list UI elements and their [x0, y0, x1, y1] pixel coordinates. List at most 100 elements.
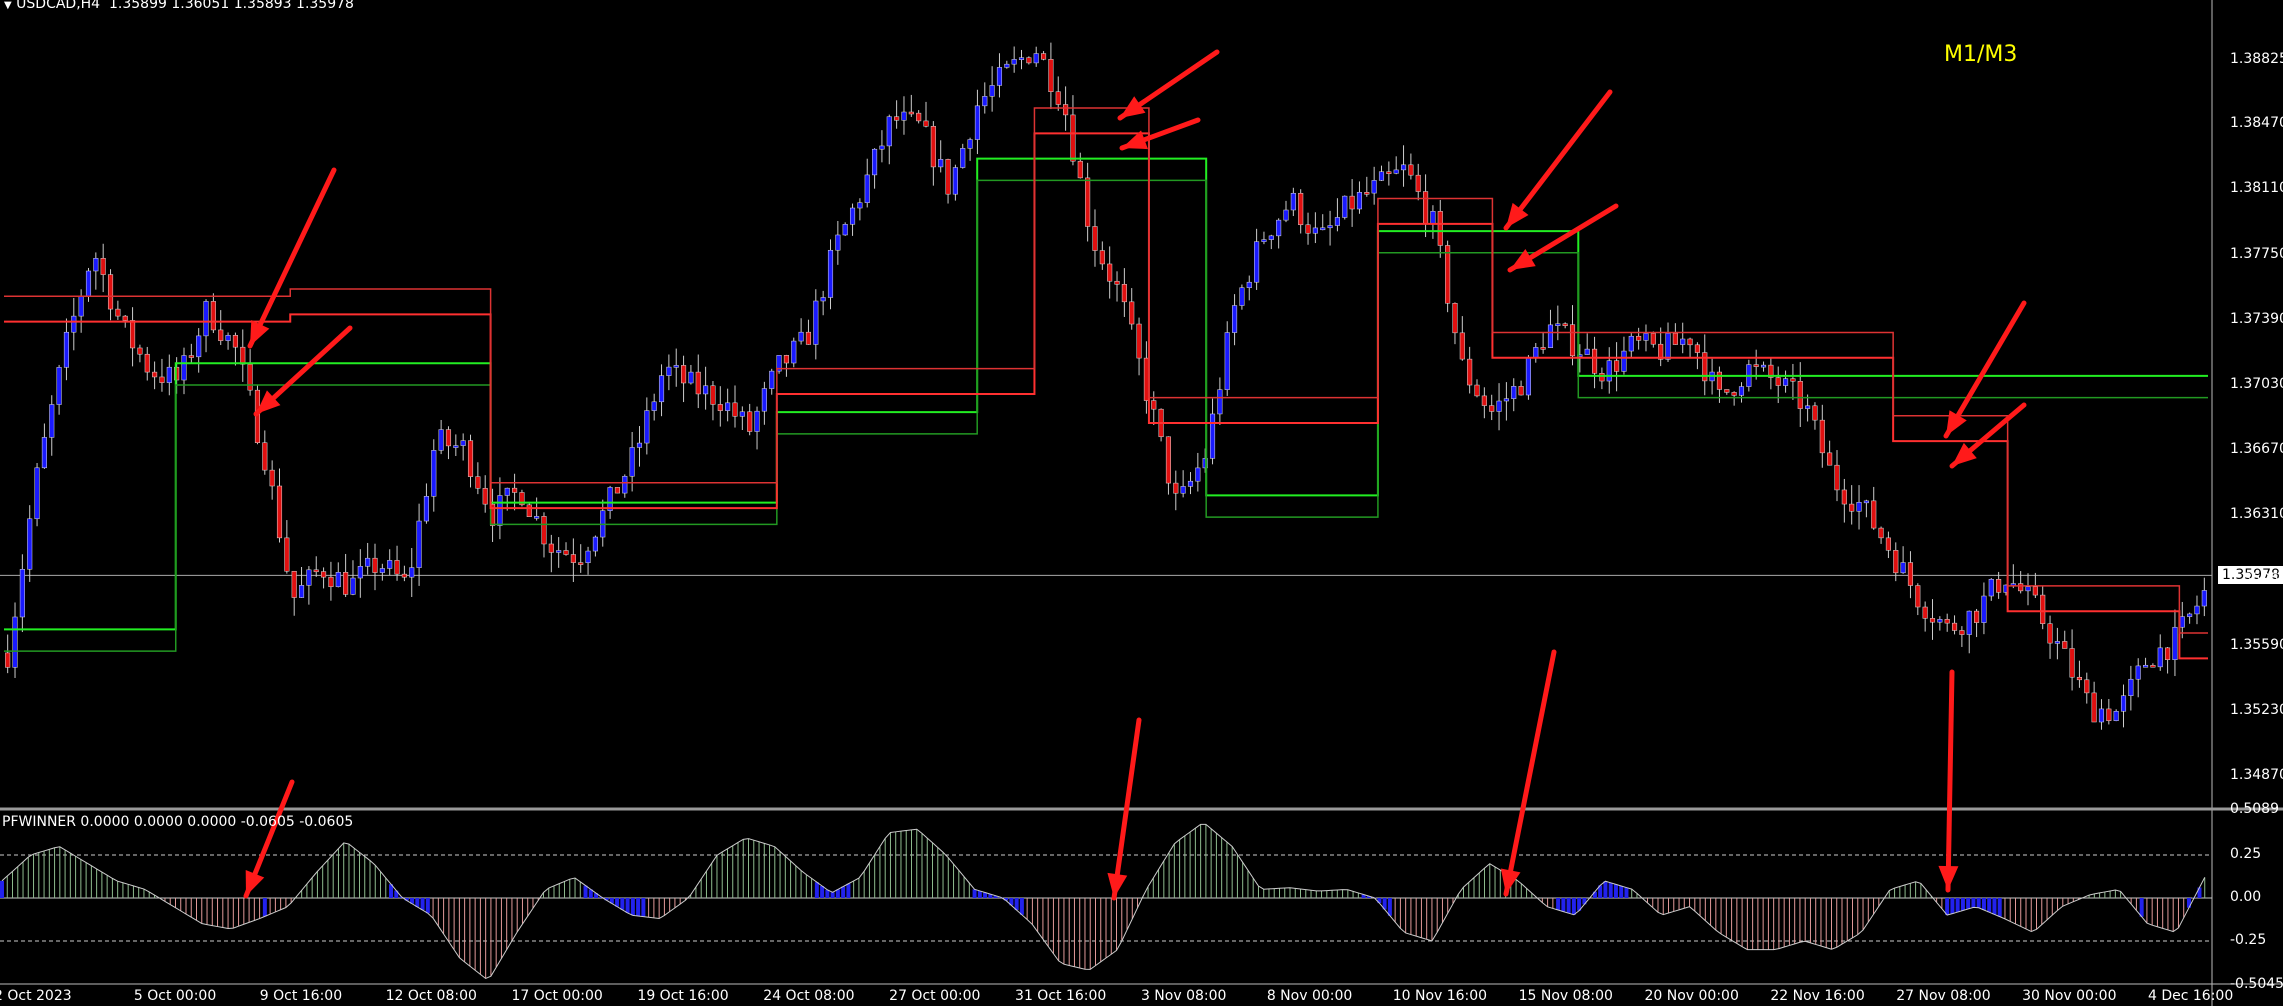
candle — [1114, 280, 1120, 285]
candle — [240, 346, 246, 365]
candle — [284, 537, 290, 572]
candle — [1636, 335, 1642, 341]
candle — [1775, 377, 1781, 386]
candle — [1055, 91, 1061, 105]
candle — [1474, 384, 1480, 397]
arrows — [243, 49, 2027, 901]
candle — [1371, 180, 1377, 194]
candle — [592, 536, 598, 552]
time-tick-label: 20 Nov 00:00 — [1644, 988, 1739, 1004]
candle — [1018, 57, 1025, 60]
candle — [945, 159, 951, 195]
candle — [1217, 389, 1223, 415]
candle — [482, 488, 488, 505]
candle — [747, 411, 753, 432]
candle — [1232, 305, 1238, 333]
candle — [107, 274, 114, 310]
candle — [820, 297, 826, 302]
candle — [1180, 486, 1186, 494]
candle — [365, 557, 371, 567]
candle — [49, 404, 55, 438]
candle — [1672, 333, 1678, 345]
candle — [2032, 586, 2038, 596]
indicator-tick-label: 0.00 — [2230, 889, 2262, 905]
candle — [2091, 692, 2097, 723]
candles — [5, 42, 2207, 730]
time-tick-label: 30 Nov 00:00 — [2022, 988, 2117, 1004]
candle — [291, 570, 297, 598]
candle — [71, 315, 77, 333]
candle — [1033, 53, 1039, 64]
candle — [41, 437, 47, 469]
candle — [2128, 678, 2134, 696]
time-tick-label: 27 Oct 00:00 — [889, 988, 981, 1004]
candle — [34, 467, 40, 520]
candle — [357, 566, 363, 579]
candle — [1503, 398, 1509, 402]
candle — [849, 207, 856, 225]
candle — [247, 364, 253, 391]
candle — [813, 300, 819, 345]
annotation-arrowhead — [1120, 96, 1146, 118]
candle — [2150, 664, 2156, 668]
time-tick-label: 19 Oct 16:00 — [637, 988, 729, 1004]
candle — [1254, 241, 1260, 283]
candle — [1305, 224, 1311, 234]
candle — [1878, 527, 1884, 539]
candle — [1650, 333, 1656, 345]
candle — [1922, 606, 1928, 619]
candle — [1342, 195, 1348, 218]
candle — [1562, 323, 1568, 326]
annotation-arrow — [247, 167, 337, 349]
candle — [754, 410, 760, 432]
candle — [2069, 648, 2075, 678]
candle — [1951, 622, 1958, 631]
candle — [218, 329, 224, 341]
candle — [232, 335, 238, 348]
candle — [1386, 171, 1392, 174]
candle — [409, 567, 415, 578]
candle — [1459, 332, 1465, 360]
price-tick-label: 1.38825 — [2230, 51, 2283, 67]
candle — [63, 331, 69, 368]
candle — [1797, 381, 1803, 409]
candle — [982, 96, 988, 107]
candle — [19, 569, 25, 618]
candle — [1944, 619, 1950, 624]
candle — [27, 518, 33, 570]
candle — [761, 388, 767, 412]
candle — [1349, 195, 1355, 210]
candle — [1863, 500, 1869, 504]
candle — [2179, 616, 2185, 628]
candle — [1092, 226, 1098, 251]
candle — [1907, 562, 1914, 586]
time-tick-label: 12 Oct 08:00 — [385, 988, 477, 1004]
price-tick-label: 1.37030 — [2230, 375, 2283, 392]
price-tick-label: 1.35590 — [2230, 636, 2283, 653]
candle — [416, 520, 422, 568]
candle — [1276, 219, 1282, 237]
candle — [1246, 281, 1252, 288]
candle — [952, 167, 958, 195]
candle — [1026, 57, 1032, 64]
candle — [886, 116, 892, 147]
candle — [1783, 378, 1789, 386]
candle — [1966, 610, 1972, 635]
annotation-arrow — [1503, 89, 1613, 231]
candle — [842, 224, 848, 236]
chart-canvas[interactable] — [0, 0, 2283, 1006]
candle — [85, 270, 92, 297]
time-tick-label: 27 Nov 08:00 — [1896, 988, 1991, 1004]
candle — [2143, 664, 2149, 668]
time-tick-label: 15 Nov 08:00 — [1518, 988, 1613, 1004]
time-tick-label: 24 Oct 08:00 — [763, 988, 855, 1004]
candle — [1364, 192, 1370, 195]
time-tick-label: 3 Nov 08:00 — [1140, 988, 1227, 1004]
resistance-line-outer — [4, 107, 2208, 634]
main-header: ▼ USDCAD,H4 1.35899 1.36051 1.35893 1.35… — [4, 0, 354, 12]
candle — [622, 475, 628, 494]
annotation-arrow — [1945, 669, 1955, 893]
candle — [497, 495, 503, 526]
candle — [1327, 225, 1333, 229]
candle — [203, 301, 209, 337]
